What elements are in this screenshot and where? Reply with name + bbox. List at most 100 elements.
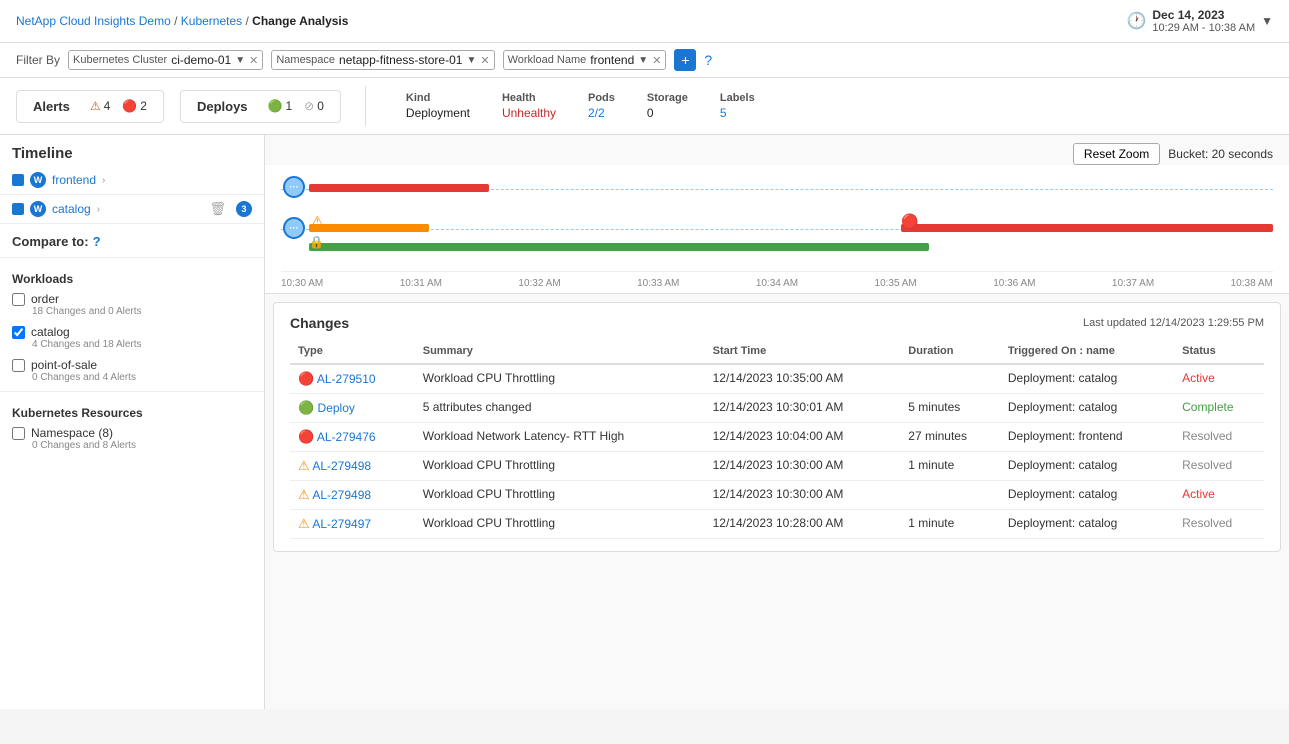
workloads-label: Workloads xyxy=(0,266,264,286)
compare-to-label: Compare to: xyxy=(12,234,89,249)
workload-catalog-label[interactable]: catalog xyxy=(12,325,252,339)
header-dropdown-icon[interactable]: ▼ xyxy=(1261,14,1273,28)
storage-value: 0 xyxy=(647,106,688,120)
changes-table-header-row: Type Summary Start Time Duration Trigger… xyxy=(290,339,1264,364)
chart-axis: 10:30 AM 10:31 AM 10:32 AM 10:33 AM 10:3… xyxy=(281,271,1273,293)
alerts-warn-count: 4 xyxy=(104,99,111,113)
col-summary: Summary xyxy=(415,339,705,364)
workloads-list: order 18 Changes and 0 Alerts catalog 4 … xyxy=(0,292,264,383)
deploys-grey-badge: ⊘ 0 xyxy=(304,99,324,113)
catalog-color-box xyxy=(12,203,24,215)
table-row: ⚠ AL-279498 Workload CPU Throttling 12/1… xyxy=(290,481,1264,510)
health-value: Unhealthy xyxy=(502,106,556,120)
pods-value[interactable]: 2/2 xyxy=(588,106,615,120)
main-layout: Timeline W frontend › W catalog › 🗑 3 Co… xyxy=(0,135,1289,709)
kind-value: Deployment xyxy=(406,106,470,120)
alert-link-5[interactable]: AL-279497 xyxy=(312,517,371,531)
kind-label: Kind xyxy=(406,92,470,104)
breadcrumb-k8s[interactable]: Kubernetes xyxy=(181,14,242,28)
add-filter-button[interactable]: + xyxy=(674,49,696,71)
header-timerange: 10:29 AM - 10:38 AM xyxy=(1152,22,1255,34)
changes-title: Changes xyxy=(290,315,349,331)
changes-table-head: Type Summary Start Time Duration Trigger… xyxy=(290,339,1264,364)
k8s-divider xyxy=(0,391,264,392)
workload-order-sub: 18 Changes and 0 Alerts xyxy=(32,306,252,317)
cell-start-0: 12/14/2023 10:35:00 AM xyxy=(705,364,901,394)
breadcrumb-home[interactable]: NetApp Cloud Insights Demo xyxy=(16,14,171,28)
cell-summary-3: Workload CPU Throttling xyxy=(415,452,705,481)
breadcrumb: NetApp Cloud Insights Demo / Kubernetes … xyxy=(16,14,348,28)
cluster-close[interactable]: ✕ xyxy=(249,54,258,67)
axis-1037: 10:37 AM xyxy=(1112,278,1154,289)
catalog-bubble: ··· xyxy=(283,217,305,239)
workload-pos-label[interactable]: point-of-sale xyxy=(12,358,252,372)
namespace-dropdown[interactable]: ▼ xyxy=(466,55,476,66)
cell-duration-1: 5 minutes xyxy=(900,394,1000,423)
cell-summary-2: Workload Network Latency- RTT High xyxy=(415,423,705,452)
alerts-label: Alerts xyxy=(33,99,70,114)
frontend-color-box xyxy=(12,174,24,186)
cell-triggered-4: Deployment: catalog xyxy=(1000,481,1174,510)
type-err-icon: 🔴 xyxy=(298,371,314,386)
catalog-w-badge: W xyxy=(30,201,46,217)
catalog-link[interactable]: catalog xyxy=(52,202,91,216)
alert-link-2[interactable]: AL-279476 xyxy=(317,430,376,444)
catalog-deploy-icon: 🔒 xyxy=(309,235,324,249)
alert-link-0[interactable]: AL-279510 xyxy=(317,372,376,386)
catalog-num-badge: 3 xyxy=(236,201,252,217)
workload-order-checkbox[interactable] xyxy=(12,293,25,306)
header-right: 🕐 Dec 14, 2023 10:29 AM - 10:38 AM ▼ xyxy=(1126,8,1273,34)
cell-type-5: ⚠ AL-279497 xyxy=(290,510,415,539)
alert-link-1[interactable]: Deploy xyxy=(318,401,355,415)
workloads-divider xyxy=(0,257,264,258)
axis-1034: 10:34 AM xyxy=(756,278,798,289)
axis-1032: 10:32 AM xyxy=(518,278,560,289)
storage-field: Storage 0 xyxy=(647,92,688,120)
workload-order-label[interactable]: order xyxy=(12,292,252,306)
table-row: 🔴 AL-279510 Workload CPU Throttling 12/1… xyxy=(290,364,1264,394)
sidebar-item-frontend: W frontend › xyxy=(0,166,264,195)
type-warn-icon: ⚠ xyxy=(298,487,310,502)
reset-zoom-button[interactable]: Reset Zoom xyxy=(1073,143,1160,165)
workload-catalog-name: catalog xyxy=(31,325,70,339)
cell-triggered-0: Deployment: catalog xyxy=(1000,364,1174,394)
workload-dropdown[interactable]: ▼ xyxy=(638,55,648,66)
catalog-red-bar xyxy=(901,224,1273,232)
alert-link-3[interactable]: AL-279498 xyxy=(312,459,371,473)
cell-start-2: 12/14/2023 10:04:00 AM xyxy=(705,423,901,452)
workload-catalog-checkbox[interactable] xyxy=(12,326,25,339)
table-row: 🟢 Deploy 5 attributes changed 12/14/2023… xyxy=(290,394,1264,423)
namespace-close[interactable]: ✕ xyxy=(480,54,489,67)
filter-help-button[interactable]: ? xyxy=(704,52,712,68)
cluster-dropdown[interactable]: ▼ xyxy=(235,55,245,66)
cell-start-5: 12/14/2023 10:28:00 AM xyxy=(705,510,901,539)
filter-bar: Filter By Kubernetes Cluster ci-demo-01 … xyxy=(0,43,1289,78)
header: NetApp Cloud Insights Demo / Kubernetes … xyxy=(0,0,1289,43)
workload-filter-chip: Workload Name frontend ▼ ✕ xyxy=(503,50,667,70)
cell-triggered-3: Deployment: catalog xyxy=(1000,452,1174,481)
deploys-grey-count: 0 xyxy=(317,99,324,113)
ok-icon: 🟢 xyxy=(268,99,283,113)
content-area: Reset Zoom Bucket: 20 seconds ··· ··· xyxy=(265,135,1289,709)
resource-namespace-checkbox[interactable] xyxy=(12,427,25,440)
timeline-title: Timeline xyxy=(12,145,73,162)
axis-1033: 10:33 AM xyxy=(637,278,679,289)
workload-pos-checkbox[interactable] xyxy=(12,359,25,372)
cell-duration-0 xyxy=(900,364,1000,394)
alert-link-4[interactable]: AL-279498 xyxy=(312,488,371,502)
changes-section: Changes Last updated 12/14/2023 1:29:55 … xyxy=(273,302,1281,552)
catalog-green-bar xyxy=(309,243,929,251)
catalog-trash-icon[interactable]: 🗑 xyxy=(209,201,226,217)
labels-value[interactable]: 5 xyxy=(720,106,755,120)
cell-type-1: 🟢 Deploy xyxy=(290,394,415,423)
namespace-filter-chip: Namespace netapp-fitness-store-01 ▼ ✕ xyxy=(271,50,494,70)
compare-help-icon[interactable]: ? xyxy=(93,234,101,249)
workload-value: frontend xyxy=(590,53,634,67)
cell-start-1: 12/14/2023 10:30:01 AM xyxy=(705,394,901,423)
axis-1031: 10:31 AM xyxy=(400,278,442,289)
workload-close[interactable]: ✕ xyxy=(652,54,661,67)
resource-namespace-label[interactable]: Namespace (8) xyxy=(12,426,252,440)
frontend-link[interactable]: frontend xyxy=(52,173,96,187)
col-duration: Duration xyxy=(900,339,1000,364)
axis-1038: 10:38 AM xyxy=(1231,278,1273,289)
